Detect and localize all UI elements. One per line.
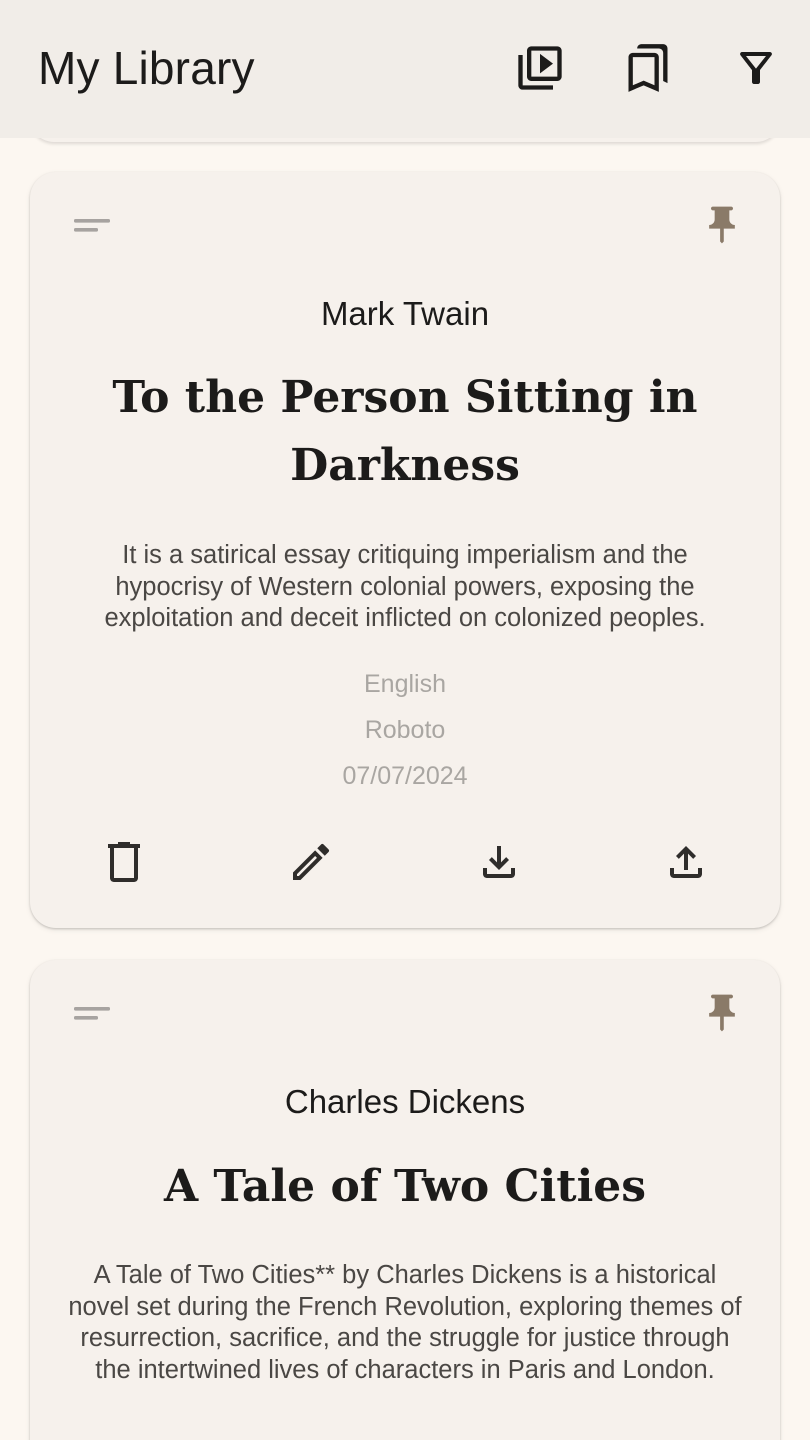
bookmarks-button[interactable] [618, 38, 678, 98]
delete-icon [108, 842, 140, 882]
bookmarks-icon [628, 44, 668, 92]
book-description: A Tale of Two Cities** by Charles Dicken… [68, 1261, 742, 1384]
book-card[interactable]: Mark Twain To the Person Sitting in Dark… [30, 172, 780, 928]
top-app-bar: My Library [0, 0, 810, 138]
book-description: It is a satirical essay critiquing imper… [104, 541, 706, 632]
edit-icon [293, 843, 330, 880]
upload-icon [670, 846, 702, 878]
edit-button[interactable] [281, 832, 341, 892]
book-language: English [364, 670, 446, 698]
download-button[interactable] [469, 832, 529, 892]
book-card[interactable]: Charles Dickens A Tale of Two Cities A T… [30, 960, 780, 1440]
delete-button[interactable] [94, 832, 154, 892]
app-root: Mark Twain To the Person Sitting in Dark… [0, 0, 810, 1440]
book-date: 07/07/2024 [342, 762, 468, 790]
book-author: Mark Twain [320, 295, 490, 332]
filter-icon [740, 51, 772, 84]
drag-handle-icon[interactable] [72, 216, 112, 236]
upload-button[interactable] [656, 832, 716, 892]
video-library-icon [518, 46, 562, 90]
download-icon [483, 846, 515, 878]
book-title: To the Person Sitting in Darkness [112, 372, 698, 491]
pin-icon[interactable] [700, 200, 744, 250]
drag-handle-icon[interactable] [72, 1004, 112, 1024]
book-font: Roboto [364, 716, 446, 744]
book-list[interactable]: Mark Twain To the Person Sitting in Dark… [0, 0, 810, 1440]
book-author: Charles Dickens [284, 1083, 526, 1120]
filter-button[interactable] [726, 38, 786, 98]
video-library-button[interactable] [510, 38, 570, 98]
page-title: My Library [38, 42, 255, 94]
pin-icon[interactable] [700, 988, 744, 1038]
book-title: A Tale of Two Cities [163, 1161, 647, 1212]
